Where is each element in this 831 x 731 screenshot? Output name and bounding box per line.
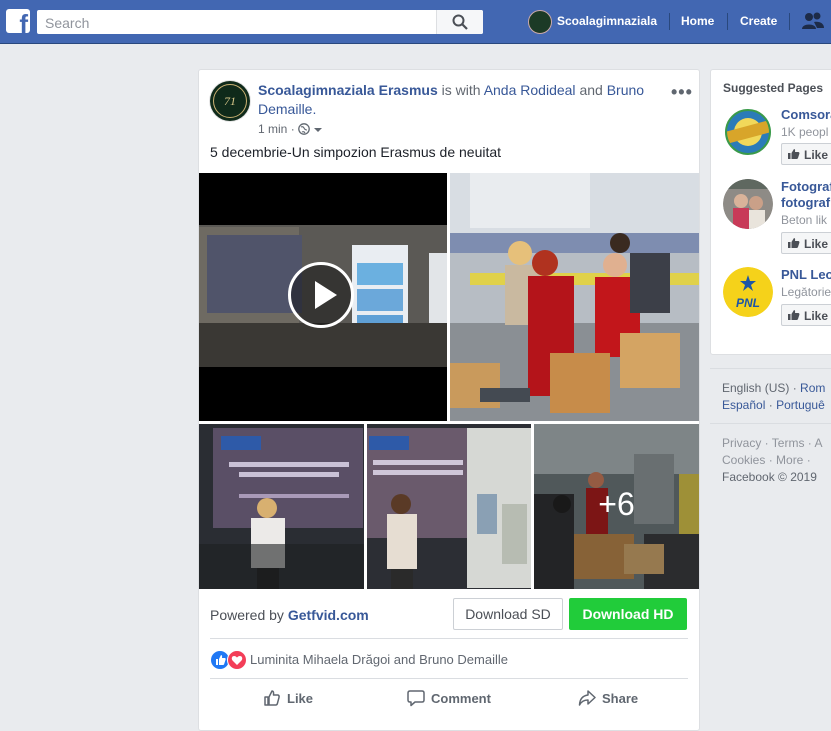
powered-by-site-link[interactable]: Getfvid.com [288,607,369,623]
like-page-button[interactable]: Like [781,143,831,165]
suggested-pages-title: Suggested Pages [723,81,824,95]
like-page-button[interactable]: Like [781,232,831,254]
thumbs-up-icon [788,149,800,159]
avatar-number: 71 [224,94,236,108]
meta-separator: · [290,122,299,136]
language-link[interactable]: Español [722,398,765,412]
post-photo[interactable] [450,173,699,421]
post-divider [210,678,688,679]
more-photos-count: +6 [598,486,635,522]
love-reaction-icon [227,650,247,670]
search-input[interactable] [43,13,437,33]
powered-by-label: Powered by [210,607,284,623]
top-navigation-bar: f Scoalagimnaziala Home Create [0,0,831,44]
page-avatar[interactable]: 71 [210,81,250,121]
language-row: English (US) · Rom [722,381,825,395]
page-badge-text: PNL [736,296,760,310]
page-name-line1: Fotograf [781,179,831,194]
post-header: Scoalagimnaziala Erasmus is with Anda Ro… [258,81,658,119]
share-arrow-icon [578,690,596,706]
feed-post: 71 Scoalagimnaziala Erasmus is with Anda… [198,69,700,731]
reactions-names[interactable]: Luminita Mihaela Drăgoi and Bruno Demail… [250,652,508,667]
profile-avatar[interactable] [528,10,552,34]
thumbs-up-icon [788,310,800,320]
comment-action-label: Comment [431,691,491,706]
page-thumbnail[interactable] [723,179,773,229]
page-friend-likes: Beton lik [781,213,828,227]
post-timestamp[interactable]: 1 min [258,122,287,136]
audience-dropdown-icon[interactable] [313,126,323,134]
page-name-link[interactable]: Comsora [781,107,831,123]
search-button[interactable] [436,10,483,34]
public-globe-icon[interactable] [298,123,310,135]
language-link[interactable]: Rom [800,381,825,395]
video-thumbnail[interactable] [199,173,447,421]
page-likes-count: 1K peopl [781,125,829,139]
with-text: is with [441,82,481,98]
footer-divider [710,423,831,424]
logo-letter: f [19,9,28,33]
download-sd-button[interactable]: Download SD [453,598,563,630]
search-box [37,10,483,34]
share-action-button[interactable]: Share [578,689,638,707]
language-link[interactable]: English (US) [722,381,789,395]
comment-icon [407,690,425,707]
search-icon [452,14,468,30]
comment-action-button[interactable]: Comment [407,689,491,707]
suggested-pages-panel: Suggested Pages Comsora 1K peopl Like [710,69,831,355]
nav-divider [727,13,728,30]
facebook-logo-icon[interactable]: f [6,9,30,33]
post-photo-more[interactable]: +6 [534,424,699,589]
like-page-label: Like [804,309,829,323]
post-options-icon[interactable]: ••• [671,82,693,103]
post-photo[interactable] [199,424,364,589]
page-category: Legătorie [781,285,831,299]
more-photos-overlay[interactable]: +6 [534,424,699,589]
and-text: and [579,82,603,98]
powered-by-text: Powered by Getfvid.com [210,607,369,623]
presentation-photo-image [367,424,531,589]
post-author-link[interactable]: Scoalagimnaziala Erasmus [258,82,438,98]
copyright-text: Facebook © 2019 [722,470,817,484]
friend-requests-icon[interactable] [802,11,824,31]
footer-links-row[interactable]: Cookies · More · [722,453,811,467]
nav-create-link[interactable]: Create [740,14,777,28]
page-thumbnail[interactable] [723,107,773,157]
nav-divider [669,13,670,30]
post-meta: 1 min · [258,122,323,136]
language-separator: · [792,381,801,395]
page-name-line2: fotograf [781,195,831,210]
share-action-label: Share [602,691,639,706]
like-page-button[interactable]: Like [781,304,831,326]
nav-profile-link[interactable]: Scoalagimnaziala [557,14,657,28]
thumbs-up-icon [788,238,800,248]
footer-links-row[interactable]: Privacy · Terms · A [722,436,822,450]
footer-divider [710,368,831,369]
tagged-person-link[interactable]: Anda Rodideal [484,82,576,98]
page-name-link[interactable]: Fotograf fotograf [781,179,831,211]
language-row: Español · Portuguê [722,398,825,412]
nav-home-link[interactable]: Home [681,14,714,28]
thumbs-up-icon [264,690,280,706]
classroom-photo-image [450,173,699,421]
like-action-button[interactable]: Like [263,689,313,707]
play-button-icon[interactable] [288,262,354,328]
download-hd-button[interactable]: Download HD [569,598,687,630]
language-separator: · [768,398,777,412]
like-page-label: Like [804,237,829,251]
post-divider [210,638,688,639]
nav-divider [789,13,790,30]
page-thumbnail[interactable]: PNL [723,267,773,317]
page-name-link[interactable]: PNL Leo [781,267,831,283]
like-page-label: Like [804,148,829,162]
like-action-label: Like [287,691,314,706]
post-photo[interactable] [367,424,531,589]
presentation-photo-image [199,424,364,589]
post-text: 5 decembrie-Un simpozion Erasmus de neui… [210,144,502,160]
language-link[interactable]: Portuguê [776,398,825,412]
